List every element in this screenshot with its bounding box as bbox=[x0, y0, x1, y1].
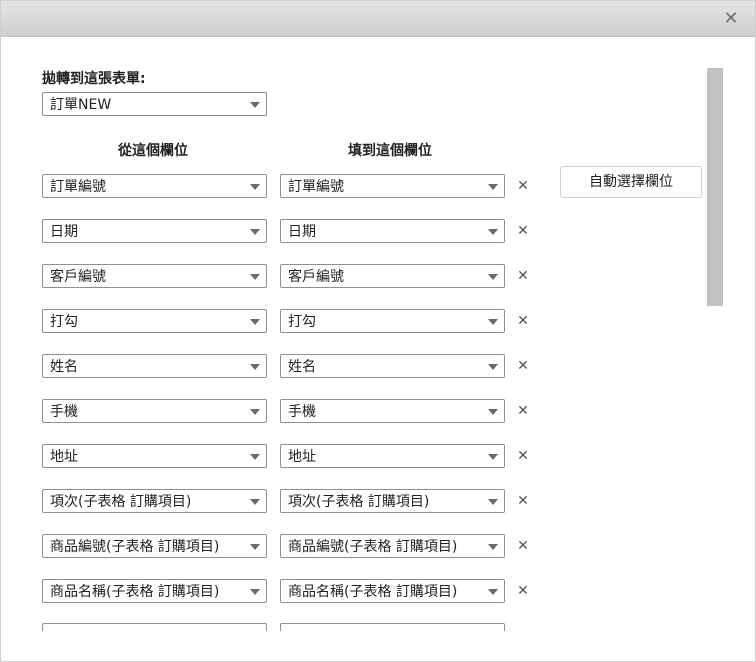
chevron-down-icon bbox=[488, 274, 498, 280]
from-column-header: 從這個欄位 bbox=[118, 143, 188, 159]
mapping-from-value: 打勾 bbox=[50, 314, 78, 330]
mapping-to-select[interactable]: 客戶編號 bbox=[280, 264, 505, 288]
mapping-to-value: 日期 bbox=[288, 224, 316, 240]
remove-mapping-icon[interactable]: ✕ bbox=[515, 493, 531, 509]
mapping-to-select[interactable]: 姓名 bbox=[280, 354, 505, 378]
chevron-down-icon bbox=[250, 274, 260, 280]
mapping-to-value: 訂單編號 bbox=[288, 179, 344, 195]
partial-row-clip bbox=[1, 616, 701, 631]
mapping-to-select[interactable]: 手機 bbox=[280, 399, 505, 423]
chevron-down-icon bbox=[250, 499, 260, 505]
remove-mapping-icon[interactable]: ✕ bbox=[515, 268, 531, 284]
close-icon[interactable]: ✕ bbox=[721, 9, 741, 29]
mapping-from-select[interactable]: 日期 bbox=[42, 219, 267, 243]
mapping-to-select[interactable]: 打勾 bbox=[280, 309, 505, 333]
mapping-to-value: 打勾 bbox=[288, 314, 316, 330]
mapping-from-select[interactable]: 商品名稱(子表格 訂購項目) bbox=[42, 579, 267, 603]
chevron-down-icon bbox=[250, 364, 260, 370]
mapping-from-value: 日期 bbox=[50, 224, 78, 240]
mapping-to-select[interactable]: 項次(子表格 訂購項目) bbox=[280, 489, 505, 513]
mapping-from-select[interactable]: 訂單編號 bbox=[42, 174, 267, 198]
chevron-down-icon bbox=[488, 229, 498, 235]
chevron-down-icon bbox=[250, 409, 260, 415]
chevron-down-icon bbox=[488, 544, 498, 550]
remove-mapping-icon[interactable]: ✕ bbox=[515, 403, 531, 419]
chevron-down-icon bbox=[488, 184, 498, 190]
mapping-from-value: 商品編號(子表格 訂購項目) bbox=[50, 539, 220, 555]
target-form-value: 訂單NEW bbox=[50, 97, 112, 113]
dialog-footer bbox=[1, 631, 755, 661]
mapping-from-select[interactable]: 手機 bbox=[42, 399, 267, 423]
remove-mapping-icon[interactable]: ✕ bbox=[515, 583, 531, 599]
mapping-from-value: 姓名 bbox=[50, 359, 78, 375]
mapping-to-value: 地址 bbox=[288, 449, 316, 465]
remove-mapping-icon[interactable]: ✕ bbox=[515, 223, 531, 239]
auto-select-fields-button[interactable]: 自動選擇欄位 bbox=[560, 166, 702, 198]
chevron-down-icon bbox=[488, 499, 498, 505]
mapping-from-select[interactable]: 地址 bbox=[42, 444, 267, 468]
remove-mapping-icon[interactable]: ✕ bbox=[515, 313, 531, 329]
remove-mapping-icon[interactable]: ✕ bbox=[515, 178, 531, 194]
chevron-down-icon bbox=[488, 364, 498, 370]
title-bar: ✕ bbox=[1, 1, 755, 37]
chevron-down-icon bbox=[250, 589, 260, 595]
mapping-to-value: 商品名稱(子表格 訂購項目) bbox=[288, 584, 458, 600]
chevron-down-icon bbox=[488, 589, 498, 595]
mapping-from-select[interactable]: 客戶編號 bbox=[42, 264, 267, 288]
mapping-from-select[interactable] bbox=[42, 623, 267, 631]
mapping-to-select[interactable]: 訂單編號 bbox=[280, 174, 505, 198]
mapping-to-select[interactable]: 日期 bbox=[280, 219, 505, 243]
mapping-to-value: 姓名 bbox=[288, 359, 316, 375]
scrollbar-thumb[interactable] bbox=[707, 68, 723, 306]
mapping-to-select[interactable] bbox=[280, 623, 505, 631]
target-form-select[interactable]: 訂單NEW bbox=[42, 92, 267, 116]
field-mapping-dialog: ✕ 拋轉到這張表單: 訂單NEW 從這個欄位 填到這個欄位 訂單編號 訂單編號 ✕ 日… bbox=[0, 0, 756, 662]
chevron-down-icon bbox=[488, 409, 498, 415]
mapping-from-value: 地址 bbox=[50, 449, 78, 465]
chevron-down-icon bbox=[488, 454, 498, 460]
mapping-to-value: 商品編號(子表格 訂購項目) bbox=[288, 539, 458, 555]
to-column-header: 填到這個欄位 bbox=[348, 143, 432, 159]
mapping-from-value: 客戶編號 bbox=[50, 269, 106, 285]
mapping-to-value: 項次(子表格 訂購項目) bbox=[288, 494, 430, 510]
mapping-from-select[interactable]: 姓名 bbox=[42, 354, 267, 378]
mapping-from-select[interactable]: 打勾 bbox=[42, 309, 267, 333]
chevron-down-icon bbox=[488, 319, 498, 325]
mapping-to-value: 手機 bbox=[288, 404, 316, 420]
mapping-to-select[interactable]: 地址 bbox=[280, 444, 505, 468]
chevron-down-icon bbox=[250, 102, 260, 108]
remove-mapping-icon[interactable]: ✕ bbox=[515, 538, 531, 554]
mapping-from-value: 手機 bbox=[50, 404, 78, 420]
chevron-down-icon bbox=[250, 319, 260, 325]
mapping-to-value: 客戶編號 bbox=[288, 269, 344, 285]
mapping-from-select[interactable]: 項次(子表格 訂購項目) bbox=[42, 489, 267, 513]
chevron-down-icon bbox=[250, 184, 260, 190]
chevron-down-icon bbox=[250, 544, 260, 550]
mapping-to-select[interactable]: 商品編號(子表格 訂購項目) bbox=[280, 534, 505, 558]
chevron-down-icon bbox=[250, 229, 260, 235]
mapping-from-value: 項次(子表格 訂購項目) bbox=[50, 494, 192, 510]
mapping-from-value: 商品名稱(子表格 訂購項目) bbox=[50, 584, 220, 600]
remove-mapping-icon[interactable]: ✕ bbox=[515, 448, 531, 464]
mapping-from-value: 訂單編號 bbox=[50, 179, 106, 195]
target-form-label: 拋轉到這張表單: bbox=[42, 71, 146, 87]
mapping-to-select[interactable]: 商品名稱(子表格 訂購項目) bbox=[280, 579, 505, 603]
remove-mapping-icon[interactable]: ✕ bbox=[515, 358, 531, 374]
chevron-down-icon bbox=[250, 454, 260, 460]
mapping-from-select[interactable]: 商品編號(子表格 訂購項目) bbox=[42, 534, 267, 558]
